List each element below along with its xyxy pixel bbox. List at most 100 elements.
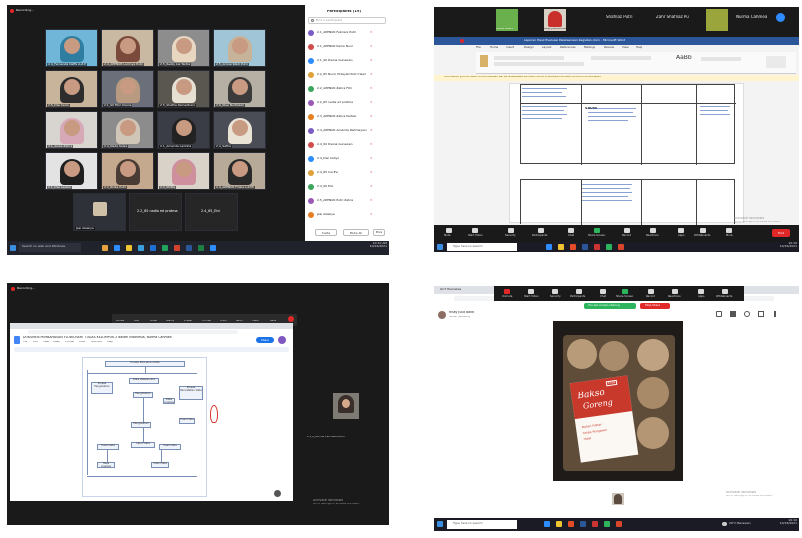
participant-row[interactable]: 2.4_Dwi Cahyo ✕	[308, 155, 386, 164]
menu-file[interactable]: File	[476, 46, 481, 49]
muted-mic-icon[interactable]: ✕	[370, 198, 373, 202]
video-tile[interactable]: 2.2_65 nadia ed pratma	[129, 193, 182, 231]
muted-mic-icon[interactable]: ✕	[370, 128, 373, 132]
side-video-tile[interactable]	[333, 393, 359, 419]
security-icon[interactable]	[552, 289, 558, 294]
avatar[interactable]	[278, 336, 286, 344]
taskbar-app-icon[interactable]	[558, 244, 564, 250]
taskbar-app-icon[interactable]	[544, 521, 550, 527]
video-icon[interactable]	[472, 228, 478, 233]
participants-icon[interactable]	[538, 228, 544, 233]
taskbar-app-icon[interactable]	[606, 244, 612, 250]
participant-row[interactable]: 2.5_APPNUR Putri Zahra ✕	[308, 197, 386, 206]
taskbar-app-icon[interactable]	[138, 245, 144, 251]
participant-row[interactable]: 2.3_APPNUR Zahra Pertiwi ✕	[308, 113, 386, 122]
video-tile[interactable]: 2.5_Dwi Cerio	[45, 70, 98, 108]
participants-badge-icon[interactable]	[776, 13, 785, 22]
unmute-icon[interactable]	[504, 289, 510, 294]
flow-box[interactable]: Proses Pengolahan	[91, 382, 113, 394]
reactions-icon[interactable]	[672, 289, 678, 294]
flow-box[interactable]: Data Analisis	[163, 398, 175, 404]
video-thumb-name[interactable]: Zahr Shafnaz Pu	[656, 15, 689, 19]
participant-search-input[interactable]: Find a participant	[308, 17, 386, 24]
taskbar-search-input[interactable]: Search on web and Windows	[19, 243, 81, 252]
menu-design[interactable]: Design	[524, 46, 534, 49]
menu-mailings[interactable]: Mailings	[584, 46, 595, 49]
video-thumb[interactable]	[706, 9, 728, 31]
taskbar-app-icon[interactable]	[604, 521, 610, 527]
bottom-video-thumb[interactable]	[612, 493, 624, 505]
participant-row[interactable]: Jesi Alawiya ✕	[308, 211, 386, 220]
taskbar-app-icon[interactable]	[594, 244, 600, 250]
reactions-icon[interactable]	[650, 228, 656, 233]
video-thumb-name[interactable]: Nurma Cahmea	[736, 15, 767, 19]
windows-start-icon[interactable]	[437, 521, 443, 527]
taskbar-app-icon[interactable]	[582, 244, 588, 250]
menu-review[interactable]: Review	[604, 46, 614, 49]
help-icon[interactable]	[274, 490, 281, 497]
taskbar-app-icon[interactable]	[174, 245, 180, 251]
taskbar-app-icon[interactable]	[618, 244, 624, 250]
style-gallery[interactable]: AaBb	[676, 55, 692, 62]
video-icon[interactable]	[528, 289, 534, 294]
video-thumb-name[interactable]: Shafnaz Putri	[606, 15, 633, 19]
video-tile[interactable]: 2.5_Rezky Lia Tantia	[157, 29, 210, 67]
avatar[interactable]	[438, 311, 446, 319]
muted-mic-icon[interactable]: ✕	[370, 30, 373, 34]
apps-icon[interactable]	[678, 228, 684, 233]
menu-references[interactable]: References	[560, 46, 576, 49]
weather-text[interactable]: 29°C Berawan	[729, 522, 751, 525]
more-options-button[interactable]: More	[373, 229, 385, 236]
mute-all-button[interactable]: Mute All	[343, 229, 369, 236]
find-icon[interactable]	[766, 56, 786, 68]
video-tile[interactable]: 2.5_Shafira Ramadhani	[157, 70, 210, 108]
share-screen-icon[interactable]	[594, 228, 600, 233]
video-tile[interactable]: 2.5_Arnisa Wadi Putri	[213, 29, 266, 67]
participant-row[interactable]: 2.4_65 Ina Evi ✕	[308, 169, 386, 178]
address-bar[interactable]	[28, 330, 238, 334]
video-tile[interactable]: 2.4_Fernanda Deffa A.Z.P	[45, 29, 98, 67]
add-icon[interactable]	[716, 311, 722, 317]
participant-row[interactable]: 2.2_APPNUR Zahra Fitri ✕	[308, 85, 386, 94]
mute-icon[interactable]	[446, 228, 452, 233]
more-icon[interactable]	[726, 228, 732, 233]
invite-button[interactable]: Invite	[315, 229, 337, 236]
paste-icon[interactable]	[480, 55, 488, 67]
taskbar-clock[interactable]: 10:10 10/16/2021	[764, 242, 797, 249]
video-tile[interactable]: 2.1_Dwi Lestari	[45, 152, 98, 190]
flow-box[interactable]: Input Data	[131, 442, 155, 448]
participant-row[interactable]: 2.1_S0 Dwina Gunawan ✕	[308, 57, 386, 66]
whiteboard-icon[interactable]	[722, 289, 728, 294]
muted-mic-icon[interactable]: ✕	[370, 44, 373, 48]
taskbar-app-icon[interactable]	[556, 521, 562, 527]
security-icon[interactable]	[508, 228, 514, 233]
taskbar-app-icon[interactable]	[580, 521, 586, 527]
muted-mic-icon[interactable]: ✕	[370, 58, 373, 62]
muted-mic-icon[interactable]: ✕	[370, 170, 373, 174]
video-tile[interactable]: 2.4_Safira	[213, 111, 266, 149]
participant-row[interactable]: 2.2_65 nadia ed pratma ✕	[308, 99, 386, 108]
chat-icon[interactable]	[600, 289, 606, 294]
taskbar-app-icon[interactable]	[568, 521, 574, 527]
flow-box[interactable]: Hasil Data	[97, 444, 119, 450]
participant-row[interactable]: 2.4_S0 Dwina Gunawan ✕	[308, 141, 386, 150]
participant-row[interactable]: 2.1_APPNUR Kania Nuur ✕	[308, 43, 386, 52]
video-tile[interactable]: 2.4_Nada Salsa	[101, 111, 154, 149]
whiteboard-icon[interactable]	[700, 228, 706, 233]
share-icon[interactable]	[758, 311, 764, 317]
video-tile[interactable]: 2.1_Amanda Lazinha	[157, 111, 210, 149]
taskbar-clock[interactable]: 10:10 AM 10/16/2021	[353, 242, 387, 249]
taskbar-clock[interactable]: 10:10 10/16/2021	[764, 519, 797, 526]
taskbar-app-icon[interactable]	[126, 245, 132, 251]
participants-icon[interactable]	[576, 289, 582, 294]
taskbar-app-icon[interactable]	[546, 244, 552, 250]
taskbar-app-icon[interactable]	[150, 245, 156, 251]
flow-box[interactable]: Hasil Data	[159, 444, 181, 450]
participant-row[interactable]: 2.4_APPNUR Amanda Rahmayani ✕	[308, 127, 386, 136]
muted-mic-icon[interactable]: ✕	[370, 72, 373, 76]
apps-icon[interactable]	[698, 289, 704, 294]
muted-mic-icon[interactable]: ✕	[370, 114, 373, 118]
muted-mic-icon[interactable]: ✕	[370, 212, 373, 216]
taskbar-search-input[interactable]: Type here to search	[447, 520, 517, 529]
muted-mic-icon[interactable]: ✕	[370, 156, 373, 160]
